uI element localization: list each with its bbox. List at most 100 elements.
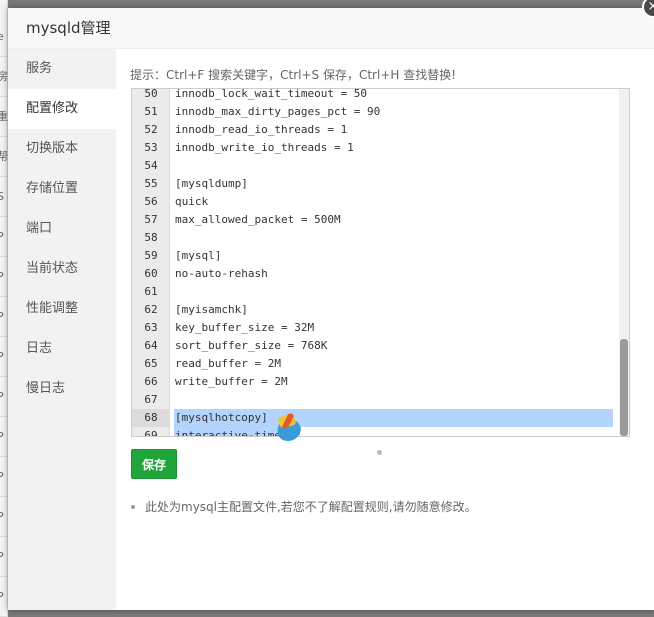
background-row-text: P	[0, 590, 4, 603]
sidebar-item[interactable]: 服务	[8, 49, 116, 89]
line-text: innodb_lock_wait_timeout = 50	[175, 88, 368, 100]
background-row-text: P	[0, 270, 4, 283]
background-row: P	[0, 337, 8, 377]
line-number: 65	[144, 357, 158, 370]
editor-scrollbar[interactable]	[619, 89, 629, 436]
line-number: 55	[144, 177, 158, 190]
line-text: no-auto-rehash	[175, 267, 268, 280]
code-line[interactable]: 63 key_buffer_size = 32M	[132, 319, 619, 337]
code-line[interactable]: 53 innodb_write_io_threads = 1	[132, 139, 619, 157]
line-number: 63	[144, 321, 158, 334]
line-number: 64	[144, 339, 158, 352]
config-edit-panel: 提示：Ctrl+F 搜索关键字，Ctrl+S 保存，Ctrl+H 查找替换! 5…	[116, 49, 654, 610]
code-line[interactable]: 55 [mysqldump]	[132, 175, 619, 193]
line-text: [myisamchk]	[175, 303, 248, 316]
code-line[interactable]: 65 read_buffer = 2M	[132, 355, 619, 373]
code-line[interactable]: 67	[132, 391, 619, 409]
sidebar-item[interactable]: 日志	[8, 329, 116, 369]
line-number: 50	[144, 88, 158, 100]
background-row: 帮	[0, 137, 8, 177]
background-row-text: P	[0, 310, 4, 323]
line-text: write_buffer = 2M	[175, 375, 288, 388]
line-number: 59	[144, 249, 158, 262]
bullet-icon	[131, 504, 135, 509]
line-text: innodb_read_io_threads = 1	[175, 123, 348, 136]
background-row-text: S	[0, 190, 4, 203]
mysqld-manager-dialog: mysqld管理 × 服务 配置修改 切换版本 存储位置 端口 当前状态 性能调整 日志 慢日志…	[8, 0, 654, 610]
sidebar-item[interactable]: 端口	[8, 209, 116, 249]
code-line[interactable]: 66 write_buffer = 2M	[132, 373, 619, 391]
line-number: 66	[144, 375, 158, 388]
background-row: P	[0, 257, 8, 297]
code-line-cut[interactable]: 50 innodb_lock_wait_timeout = 50	[132, 88, 619, 103]
sidebar-item[interactable]: 当前状态	[8, 249, 116, 289]
background-row: P	[0, 297, 8, 337]
background-row-text: e	[0, 30, 4, 43]
code-line[interactable]: 68 [mysqlhotcopy]	[132, 409, 619, 427]
background-row-text: P	[0, 550, 4, 563]
editor-scrollbar-thumb[interactable]	[620, 339, 628, 436]
code-line[interactable]: 62 [myisamchk]	[132, 301, 619, 319]
sidebar-item[interactable]: 切换版本	[8, 129, 116, 169]
line-number: 58	[144, 231, 158, 244]
background-row: P	[0, 457, 8, 497]
code-line[interactable]: 52 innodb_read_io_threads = 1	[132, 121, 619, 139]
line-number: 61	[144, 285, 158, 298]
config-note-text: 此处为mysql主配置文件,若您不了解配置规则,请勿随意修改。	[145, 500, 477, 514]
sidebar: 服务 配置修改 切换版本 存储位置 端口 当前状态 性能调整 日志 慢日志	[8, 49, 116, 610]
code-line[interactable]: 56 quick	[132, 193, 619, 211]
line-text: innodb_max_dirty_pages_pct = 90	[175, 105, 381, 118]
dialog-title: mysqld管理	[8, 8, 654, 49]
save-button[interactable]: 保存	[131, 449, 177, 479]
code-editor[interactable]: 50 innodb_lock_wait_timeout = 50 51 innod…	[131, 88, 630, 437]
background-row: P	[0, 577, 8, 617]
code-line[interactable]: 59 [mysql]	[132, 247, 619, 265]
code-line[interactable]: 54	[132, 157, 619, 175]
background-row: P	[0, 497, 8, 537]
background-row: S	[0, 177, 8, 217]
line-text: [mysql]	[175, 249, 222, 262]
background-row: P	[0, 417, 8, 457]
code-line[interactable]: 57 max_allowed_packet = 500M	[132, 211, 619, 229]
sidebar-item[interactable]: 慢日志	[8, 369, 116, 409]
line-number: 62	[144, 303, 158, 316]
code-line[interactable]: 61	[132, 283, 619, 301]
background-row-text: P	[0, 390, 4, 403]
sidebar-item[interactable]: 性能调整	[8, 289, 116, 329]
line-number: 57	[144, 213, 158, 226]
line-number: 53	[144, 141, 158, 154]
sidebar-item[interactable]: 配置修改	[8, 89, 116, 129]
background-row: P	[0, 377, 8, 417]
background-row-text: 帮	[0, 150, 8, 163]
background-row-text: P	[0, 230, 4, 243]
line-number: 68	[132, 409, 170, 427]
line-number: 54	[144, 159, 158, 172]
background-row: 重	[0, 97, 8, 137]
code-line[interactable]: 60 no-auto-rehash	[132, 265, 619, 283]
background-row-text: P	[0, 430, 4, 443]
line-text: innodb_write_io_threads = 1	[175, 141, 354, 154]
background-row: P	[0, 217, 8, 257]
background-row: 房	[0, 57, 8, 97]
line-text: quick	[175, 195, 209, 208]
line-number: 69	[144, 429, 158, 437]
code-line[interactable]: 64 sort_buffer_size = 768K	[132, 337, 619, 355]
code-lines[interactable]: 50 innodb_lock_wait_timeout = 50 51 innod…	[132, 88, 619, 437]
line-text: [mysqlhotcopy]	[175, 411, 268, 424]
background-row-text: P	[0, 470, 4, 483]
line-number: 67	[144, 393, 158, 406]
line-number: 51	[144, 105, 158, 118]
line-number: 52	[144, 123, 158, 136]
background-row-text: 重	[0, 110, 8, 123]
sidebar-item[interactable]: 存储位置	[8, 169, 116, 209]
code-line[interactable]: 58	[132, 229, 619, 247]
background-row-text: 房	[0, 70, 8, 83]
code-line[interactable]: 51 innodb_max_dirty_pages_pct = 90	[132, 103, 619, 121]
mouse-cursor-icon	[377, 450, 382, 455]
config-note: 此处为mysql主配置文件,若您不了解配置规则,请勿随意修改。	[131, 498, 477, 515]
line-text: key_buffer_size = 32M	[175, 321, 315, 334]
shortcut-hint: 提示：Ctrl+F 搜索关键字，Ctrl+S 保存，Ctrl+H 查找替换!	[130, 68, 457, 82]
line-text: max_allowed_packet = 500M	[175, 213, 341, 226]
background-row: e	[0, 17, 8, 57]
code-line[interactable]: 69 interactive-timeout	[132, 427, 619, 437]
